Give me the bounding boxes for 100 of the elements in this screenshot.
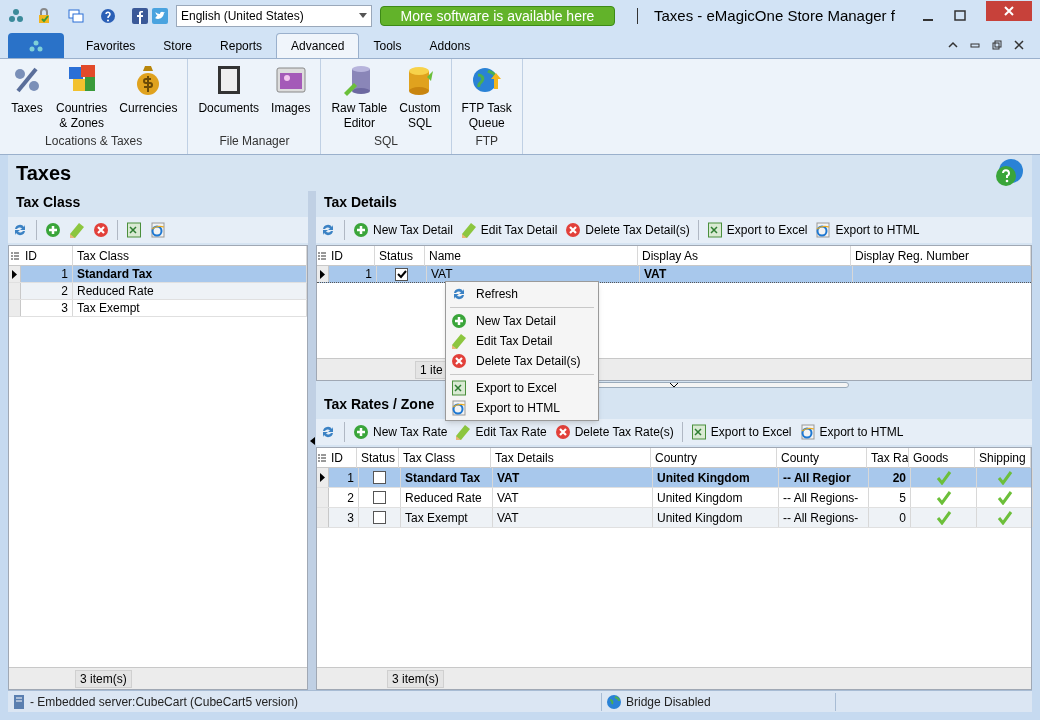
windows-icon[interactable]	[68, 7, 84, 24]
table-cell: 1	[329, 266, 377, 282]
globe-icon	[606, 693, 622, 710]
toolbar-button[interactable]: Export to Excel	[706, 221, 808, 239]
splitter-arrow-icon[interactable]	[309, 436, 315, 445]
menu-item[interactable]: Export to Excel	[446, 378, 598, 398]
refresh-button[interactable]	[320, 424, 336, 440]
row-indicator[interactable]	[9, 266, 21, 282]
status-checkbox[interactable]	[373, 471, 386, 484]
minimize-icon[interactable]	[970, 41, 980, 49]
toolbar-button[interactable]: Delete Tax Rate(s)	[554, 423, 674, 441]
column-chooser-icon[interactable]	[318, 453, 326, 462]
menu-item[interactable]: Edit Tax Detail	[446, 331, 598, 351]
app-menu-button[interactable]	[8, 33, 64, 58]
toolbar-button[interactable]: Export to Excel	[690, 423, 792, 441]
table-cell: United Kingdom	[653, 468, 779, 487]
toolbar-button[interactable]: Delete Tax Detail(s)	[565, 221, 690, 239]
ribbon-button[interactable]: Custom SQL	[393, 63, 447, 132]
menu-item[interactable]: Export to HTML	[446, 398, 598, 418]
ribbon-tab[interactable]: Reports	[206, 33, 277, 58]
table-cell: VAT	[493, 488, 653, 507]
page-title: Taxes	[16, 161, 72, 186]
table-row[interactable]: 1 Standard Tax VAT United Kingdom -- All Regior 20	[317, 468, 1031, 488]
toolbar-button[interactable]: Edit Tax Detail	[460, 221, 558, 239]
ribbon-tab[interactable]: Favorites	[72, 33, 150, 58]
ribbon-button[interactable]: FTP Task Queue	[455, 63, 518, 132]
group-label: SQL	[373, 133, 400, 150]
section-title: Tax Rates / Zone	[323, 395, 436, 414]
toolbar-button[interactable]: New Tax Detail	[353, 221, 453, 239]
bridge-status: Bridge Disabled	[626, 692, 836, 711]
menu-item[interactable]: Refresh	[446, 284, 598, 304]
table-row[interactable]: 1 Standard Tax	[9, 266, 307, 283]
help-icon[interactable]	[994, 158, 1024, 188]
row-indicator[interactable]	[317, 468, 329, 487]
table-cell: VAT	[640, 266, 853, 282]
toolbar-button[interactable]	[150, 222, 166, 238]
item-count: 1 ite	[415, 360, 448, 379]
table-row[interactable]: 1 VAT VAT	[317, 266, 1031, 283]
status-checkbox[interactable]	[395, 267, 408, 281]
caret-icon	[359, 13, 367, 18]
table-cell: Standard Tax	[401, 468, 493, 487]
delete-icon	[93, 222, 109, 238]
toolbar-button[interactable]	[93, 222, 109, 238]
browser-page-icon	[815, 222, 832, 238]
table-row[interactable]: 2 Reduced Rate VAT United Kingdom -- All Regions- 5	[317, 488, 1031, 508]
ribbon-tab[interactable]: Advanced	[276, 33, 360, 58]
toolbar-button[interactable]: Export to HTML	[799, 423, 904, 441]
language-dropdown[interactable]: English (United States)	[176, 4, 372, 27]
table-cell: -- All Regions-	[779, 488, 869, 507]
menu-item[interactable]: Delete Tax Detail(s)	[446, 351, 598, 371]
toolbar-button[interactable]	[45, 222, 61, 238]
ribbon-tab[interactable]: Addons	[415, 33, 485, 58]
refresh-button[interactable]	[12, 222, 28, 238]
browser-page-icon	[451, 400, 467, 416]
ribbon-tab[interactable]: Store	[149, 33, 207, 58]
ribbon-button[interactable]: Images	[265, 63, 317, 132]
status-checkbox[interactable]	[373, 491, 386, 504]
help-icon[interactable]	[100, 7, 116, 24]
ribbon-tab[interactable]: Tools	[359, 33, 416, 58]
ribbon-button[interactable]: Countries & Zones	[50, 63, 114, 132]
lock-icon[interactable]	[36, 7, 52, 24]
spreadsheet-icon	[451, 380, 467, 396]
status-checkbox[interactable]	[373, 511, 386, 524]
table-cell: 3	[329, 508, 359, 527]
browser-page-icon	[150, 222, 166, 238]
menu-item[interactable]: New Tax Detail	[446, 311, 598, 331]
ribbon-button[interactable]: Taxes	[4, 63, 50, 132]
refresh-button[interactable]	[320, 222, 336, 238]
toolbar-button[interactable]: Edit Tax Rate	[455, 423, 547, 441]
table-row[interactable]: 3 Tax Exempt	[9, 300, 307, 317]
table-row[interactable]: 3 Tax Exempt VAT United Kingdom -- All Regions- 0	[317, 508, 1031, 528]
section-title: Tax Class	[15, 193, 82, 212]
ribbon-button[interactable]: Currencies	[113, 63, 184, 132]
table-cell: -- All Regions-	[779, 508, 869, 527]
column-chooser-icon[interactable]	[318, 251, 326, 260]
ribbon-button[interactable]: Raw Table Editor	[325, 63, 394, 132]
toolbar-button[interactable]	[126, 222, 142, 238]
close-icon[interactable]	[1014, 40, 1024, 50]
item-count: 3 item(s)	[387, 669, 444, 688]
refresh-icon	[320, 424, 336, 440]
toolbar-button[interactable]: Export to HTML	[815, 221, 920, 239]
table-row[interactable]: 2 Reduced Rate	[9, 283, 307, 300]
restore-icon[interactable]	[992, 40, 1002, 50]
collapse-ribbon-icon[interactable]	[948, 41, 958, 49]
server-icon	[12, 693, 26, 710]
column-chooser-icon[interactable]	[11, 251, 19, 260]
maximize-icon[interactable]	[954, 9, 966, 22]
table-cell: 2	[21, 283, 73, 299]
ribbon-button[interactable]: Documents	[192, 63, 266, 132]
table-cell: 5	[869, 488, 911, 507]
app-icon[interactable]	[8, 7, 24, 24]
table-cell: 20	[869, 468, 911, 487]
spreadsheet-icon	[706, 222, 723, 238]
toolbar-button[interactable]: New Tax Rate	[353, 423, 448, 441]
table-cell: 2	[329, 488, 359, 507]
table-cell: VAT	[493, 468, 653, 487]
close-button[interactable]	[986, 0, 1032, 21]
table-cell: Tax Exempt	[73, 300, 307, 316]
social-icon[interactable]	[132, 7, 148, 24]
row-indicator[interactable]	[317, 266, 329, 282]
